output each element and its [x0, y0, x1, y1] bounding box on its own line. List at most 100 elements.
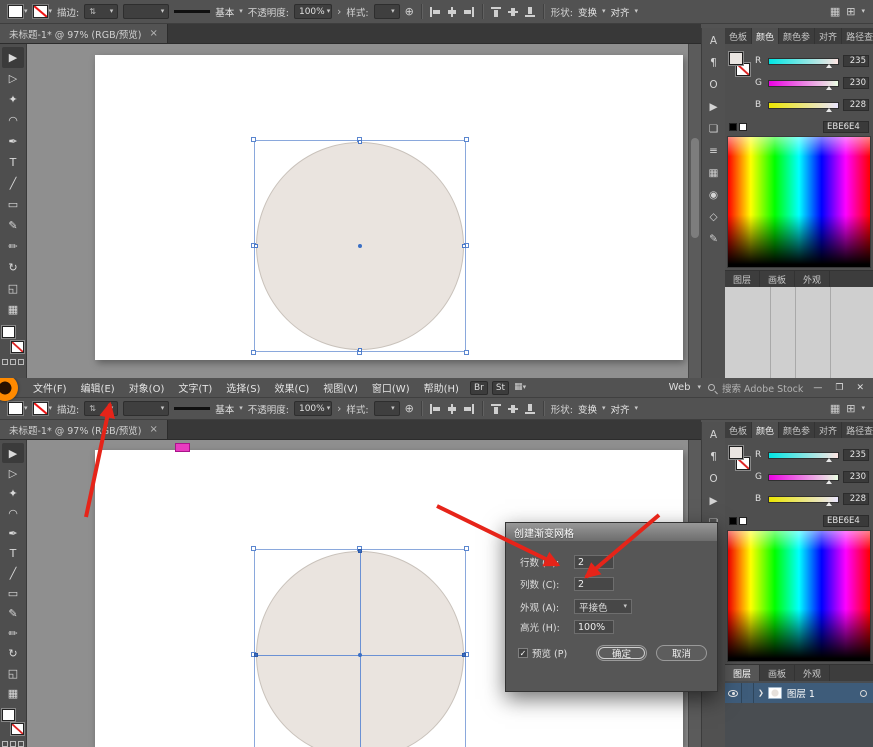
tab-pathfinder[interactable]: 路径查: [842, 422, 873, 438]
center-mesh-point[interactable]: [358, 653, 362, 657]
rows-input[interactable]: [574, 555, 614, 569]
preview-checkbox[interactable]: ✓: [518, 648, 528, 658]
chevron-down-icon[interactable]: ▾: [623, 603, 627, 610]
g-value[interactable]: 230: [843, 77, 869, 89]
lasso-tool[interactable]: ◠: [2, 110, 24, 131]
color-spectrum[interactable]: [727, 136, 871, 268]
close-tab-icon[interactable]: ×: [150, 424, 158, 435]
swatches-panel-icon[interactable]: ▶: [705, 99, 723, 114]
minimize-button[interactable]: —: [810, 383, 825, 393]
pen-tool[interactable]: ✒: [2, 523, 24, 543]
b-slider[interactable]: [768, 496, 839, 503]
selected-object[interactable]: [254, 549, 466, 747]
brushes-panel-icon[interactable]: ✎: [705, 231, 723, 246]
chevron-down-icon[interactable]: ▾: [24, 8, 28, 15]
chevron-down-icon[interactable]: ▾: [327, 405, 331, 412]
hex-value[interactable]: EBE6E4: [823, 515, 869, 527]
align-right-icon[interactable]: [463, 6, 475, 18]
draw-modes[interactable]: [2, 741, 24, 747]
g-slider[interactable]: [768, 474, 839, 481]
chevron-down-icon[interactable]: ▾: [239, 405, 243, 412]
lock-toggle[interactable]: [742, 683, 754, 703]
selection-handle[interactable]: [464, 546, 469, 551]
stepper-icon[interactable]: ⇅: [89, 404, 96, 413]
align-dropdown[interactable]: 对齐: [611, 5, 630, 19]
stock-button[interactable]: St: [492, 381, 509, 395]
align-right-icon[interactable]: [463, 403, 475, 415]
align-middle-icon[interactable]: [507, 403, 519, 415]
selection-handle[interactable]: [251, 350, 256, 355]
chevron-down-icon[interactable]: ▾: [239, 8, 243, 15]
stepper-icon[interactable]: ⇅: [89, 7, 96, 16]
fill-stroke-controls[interactable]: [2, 326, 24, 353]
draw-inside-icon[interactable]: [18, 741, 24, 747]
rectangle-tool[interactable]: ▭: [2, 583, 24, 603]
anchor-point[interactable]: [358, 348, 362, 352]
rotate-tool[interactable]: ↻: [2, 257, 24, 278]
ok-button[interactable]: 确定: [596, 645, 647, 661]
chevron-down-icon[interactable]: ▾: [49, 8, 53, 15]
workspace-grid-icon[interactable]: ▦: [830, 6, 840, 17]
pencil-tool[interactable]: ✏: [2, 623, 24, 643]
align-top-icon[interactable]: [490, 403, 502, 415]
chevron-down-icon[interactable]: ▾: [24, 405, 28, 412]
rotate-tool[interactable]: ↻: [2, 643, 24, 663]
chevron-down-icon[interactable]: ▾: [861, 405, 865, 412]
workspace-columns-icon[interactable]: ⊞: [846, 403, 855, 414]
center-point[interactable]: [358, 244, 362, 248]
appearance-panel-icon[interactable]: ≡: [705, 143, 723, 158]
document-tab[interactable]: 未标题-1* @ 97% (RGB/预览) ×: [0, 24, 168, 43]
stroke-proxy[interactable]: [11, 723, 24, 735]
magic-wand-tool[interactable]: ✦: [2, 89, 24, 110]
black-swatch[interactable]: [729, 123, 737, 131]
scrollbar-thumb[interactable]: [691, 138, 699, 238]
close-tab-icon[interactable]: ×: [150, 28, 158, 39]
g-slider[interactable]: [768, 80, 839, 87]
ellipse-shape[interactable]: [256, 551, 464, 747]
menu-help[interactable]: 帮助(H): [417, 380, 466, 395]
opacity-input[interactable]: 100%▾: [294, 401, 332, 416]
type-tool[interactable]: T: [2, 152, 24, 173]
chevron-down-icon[interactable]: ▾: [861, 8, 865, 15]
r-slider[interactable]: [768, 58, 839, 65]
chevron-down-icon[interactable]: ▾: [161, 8, 165, 15]
align-bottom-icon[interactable]: [524, 6, 536, 18]
character-panel-icon[interactable]: A: [705, 427, 723, 442]
expand-chevron-icon[interactable]: ❯: [758, 689, 764, 697]
stock-search-input[interactable]: 搜索 Adobe Stock: [722, 381, 803, 395]
canvas[interactable]: [27, 44, 701, 378]
draw-inside-icon[interactable]: [18, 359, 24, 365]
bridge-button[interactable]: Br: [470, 381, 488, 395]
gradient-mesh-line-vertical[interactable]: [360, 552, 361, 747]
tab-align[interactable]: 对齐: [815, 422, 842, 438]
opentype-panel-icon[interactable]: O: [705, 471, 723, 486]
recolor-artwork-icon[interactable]: ⊕: [405, 403, 414, 414]
fill-color-swatch[interactable]: [8, 5, 23, 18]
chevron-down-icon[interactable]: ▾: [391, 8, 395, 15]
paragraph-panel-icon[interactable]: ¶: [705, 55, 723, 70]
symbols-panel-icon[interactable]: ◉: [705, 187, 723, 202]
selection-handle[interactable]: [464, 137, 469, 142]
pen-tool[interactable]: ✒: [2, 131, 24, 152]
tab-pathfinder[interactable]: 路径查: [842, 28, 873, 44]
tab-swatches[interactable]: 色板: [725, 422, 752, 438]
rectangle-tool[interactable]: ▭: [2, 194, 24, 215]
line-segment-tool[interactable]: ╱: [2, 173, 24, 194]
layer-target-icon[interactable]: [860, 690, 867, 697]
artboards-panel-icon[interactable]: ❏: [705, 121, 723, 136]
brush-definition-dropdown[interactable]: ▾: [123, 401, 169, 416]
align-middle-icon[interactable]: [507, 6, 519, 18]
direct-selection-tool[interactable]: ▷: [2, 463, 24, 483]
tab-align[interactable]: 对齐: [815, 28, 842, 44]
menu-window[interactable]: 窗口(W): [365, 380, 417, 395]
scale-tool[interactable]: ◱: [2, 278, 24, 299]
workspace-columns-icon[interactable]: ⊞: [846, 6, 855, 17]
b-slider[interactable]: [768, 102, 839, 109]
align-bottom-icon[interactable]: [524, 403, 536, 415]
transform-dropdown[interactable]: 变换: [578, 5, 597, 19]
chevron-down-icon[interactable]: ▾: [602, 8, 606, 15]
anchor-point[interactable]: [358, 140, 362, 144]
profile-basic-dropdown[interactable]: 基本: [215, 5, 234, 19]
chevron-down-icon[interactable]: ▾: [327, 8, 331, 15]
paragraph-panel-icon[interactable]: ¶: [705, 449, 723, 464]
